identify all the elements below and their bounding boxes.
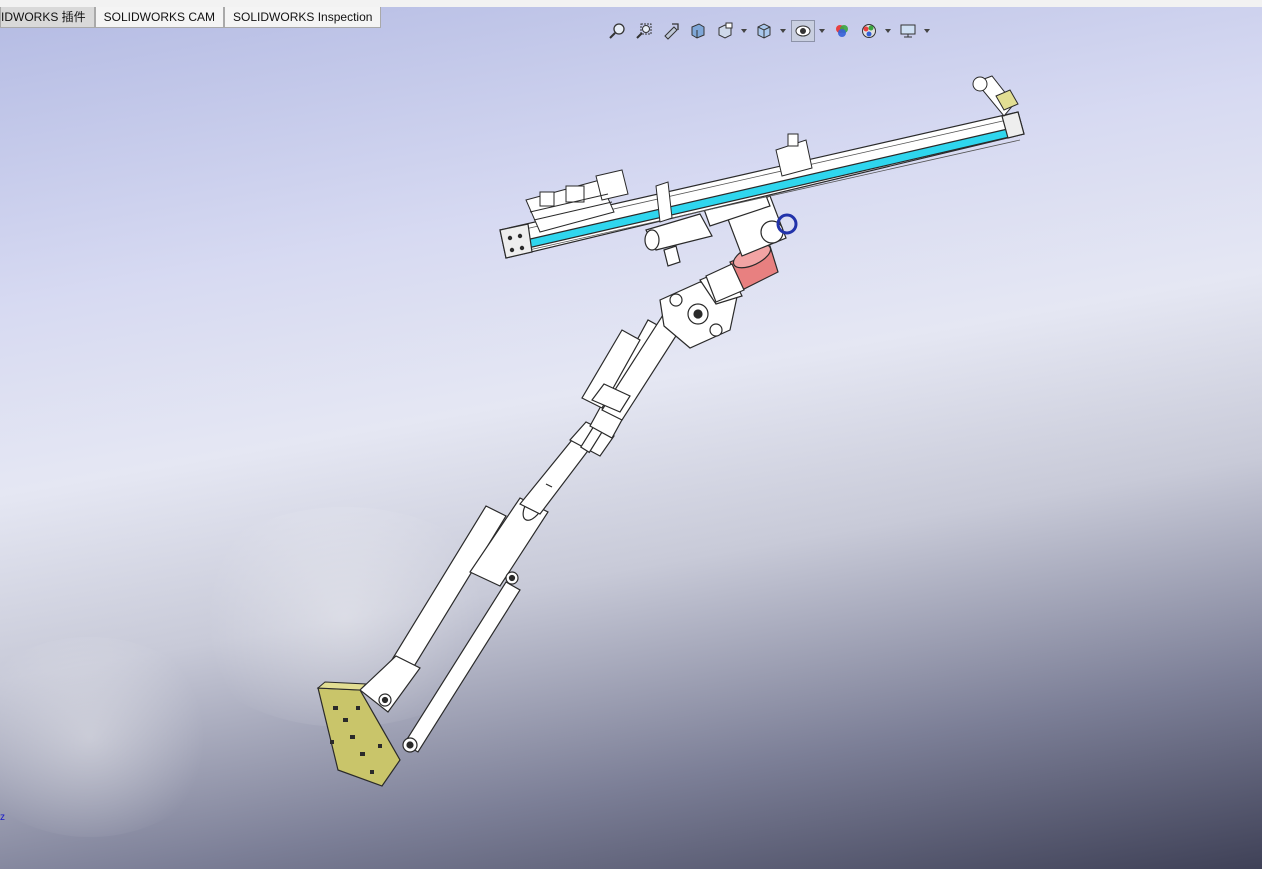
dynamic-annotation-view-icon[interactable] <box>713 20 737 42</box>
chevron-down-icon[interactable] <box>884 20 892 42</box>
tab-solidworks-addins[interactable]: IDWORKS 插件 <box>0 7 95 28</box>
edit-appearance-icon[interactable] <box>830 20 854 42</box>
section-view-icon[interactable] <box>686 20 710 42</box>
view-orientation-icon[interactable] <box>752 20 776 42</box>
graphics-area[interactable]: z <box>0 7 1262 869</box>
apply-scene-icon[interactable] <box>857 20 881 42</box>
chevron-down-icon[interactable] <box>740 20 748 42</box>
tab-solidworks-cam[interactable]: SOLIDWORKS CAM <box>94 7 225 28</box>
display-style-icon[interactable] <box>791 20 815 42</box>
command-manager-tabs: IDWORKS 插件 SOLIDWORKS CAM SOLIDWORKS Ins… <box>0 7 382 29</box>
lower-boom <box>359 439 591 753</box>
drill-rig-model[interactable] <box>0 7 1262 869</box>
previous-view-icon[interactable] <box>659 20 683 42</box>
zoom-to-fit-icon[interactable] <box>605 20 629 42</box>
chevron-down-icon[interactable] <box>818 20 826 42</box>
top-fitting <box>972 75 1019 117</box>
chevron-down-icon[interactable] <box>779 20 787 42</box>
coordinate-triad-label: z <box>0 812 5 823</box>
heads-up-view-toolbar <box>605 18 935 44</box>
tab-solidworks-inspection[interactable]: SOLIDWORKS Inspection <box>224 7 382 28</box>
view-settings-icon[interactable] <box>896 20 920 42</box>
zoom-to-area-icon[interactable] <box>632 20 656 42</box>
chevron-down-icon[interactable] <box>923 20 931 42</box>
